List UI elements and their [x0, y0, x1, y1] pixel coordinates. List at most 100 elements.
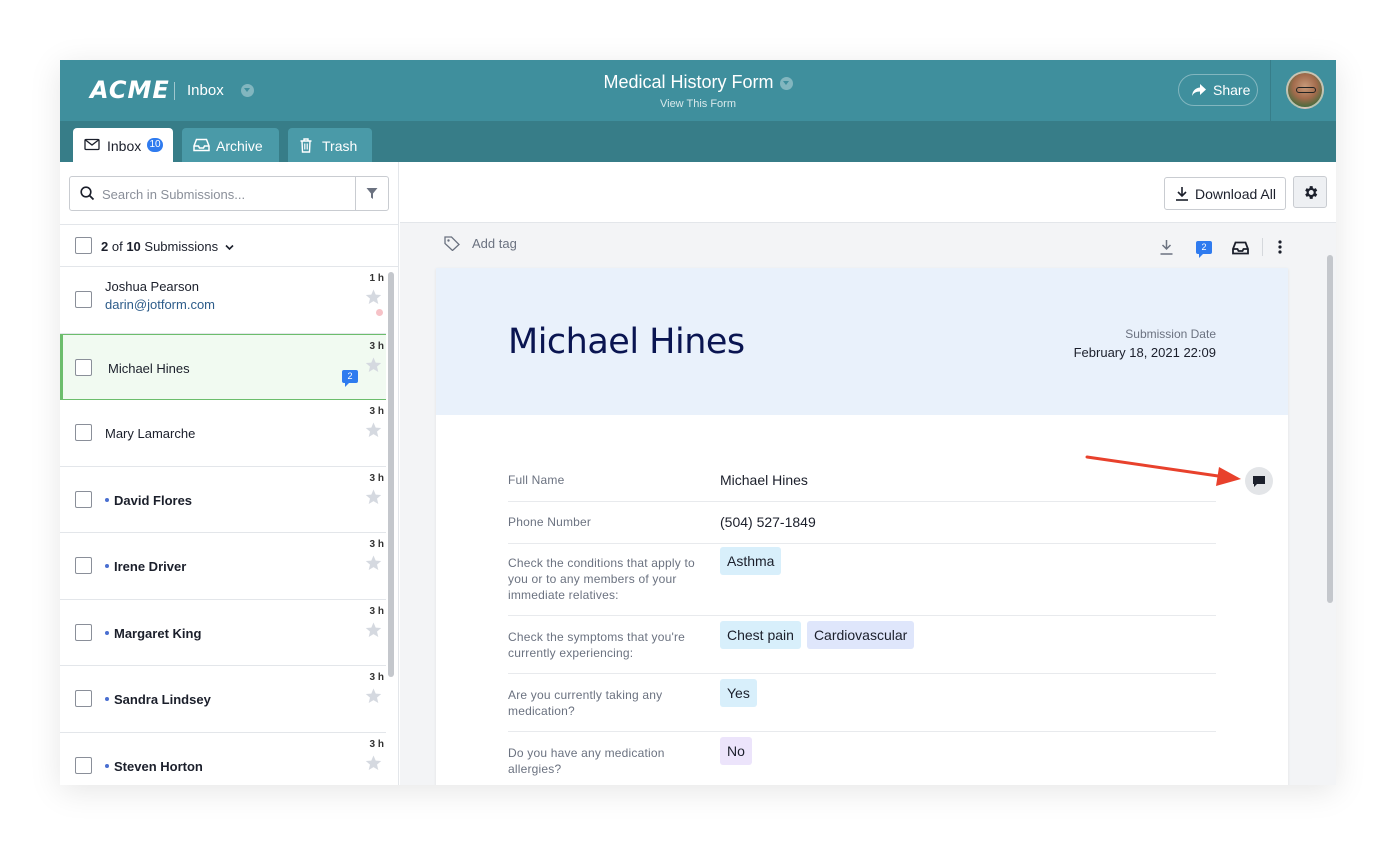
unread-marker [376, 309, 383, 316]
avatar-glasses [1296, 87, 1316, 93]
star-icon[interactable] [365, 755, 382, 776]
answer-chip: Asthma [720, 547, 782, 575]
submission-date-label: Submission Date [1125, 327, 1216, 341]
row-checkbox[interactable] [75, 424, 92, 441]
field-label: Full Name [508, 473, 565, 487]
unread-dot [105, 497, 109, 502]
star-icon[interactable] [365, 489, 382, 510]
submissions-panel: 2 of 10 Submissions Joshua Pearson darin… [60, 162, 399, 785]
row-checkbox[interactable] [75, 291, 92, 308]
detail-scrollbar[interactable] [1327, 255, 1333, 603]
form-dropdown-icon[interactable] [779, 76, 793, 90]
row-checkbox[interactable] [75, 358, 92, 376]
share-arrow-icon [1191, 83, 1207, 100]
star-icon[interactable] [365, 688, 382, 709]
answer-chip: Cardiovascular [806, 621, 915, 649]
row-name: Margaret King [114, 625, 202, 641]
settings-button[interactable] [1293, 176, 1327, 208]
chevron-down-icon [225, 244, 234, 251]
row-checkbox[interactable] [75, 756, 92, 774]
row-name: David Flores [114, 492, 193, 508]
archive-tray-icon[interactable] [1232, 241, 1249, 260]
field-chips: No [720, 737, 758, 765]
tab-archive[interactable]: Archive [182, 128, 279, 162]
row-name: Irene Driver [114, 559, 187, 574]
list-header: 2 of 10 Submissions [60, 224, 399, 267]
list-item[interactable]: Irene Driver 3 h [60, 533, 386, 600]
list-item[interactable]: Sandra Lindsey 3 h [60, 666, 386, 733]
field-chips: Yes [720, 679, 763, 707]
submission-count-dropdown[interactable]: 2 of 10 Submissions [101, 239, 234, 254]
field-chips: Asthma [720, 547, 787, 575]
row-time: 3 h [369, 472, 384, 484]
tab-archive-label: Archive [216, 138, 263, 154]
form-title-wrap[interactable]: Medical History Form [60, 72, 1336, 93]
star-icon[interactable] [365, 357, 382, 378]
answer-chip: Chest pain [720, 621, 801, 649]
download-all-button[interactable]: Download All [1164, 177, 1286, 210]
add-tag-button[interactable]: Add tag [444, 236, 517, 252]
field-allergies: Do you have any medication allergies? No [508, 737, 1216, 785]
row-checkbox[interactable] [75, 557, 92, 574]
row-name: Mary Lamarche [105, 426, 196, 441]
row-name: Steven Horton [114, 758, 203, 774]
unread-dot [105, 763, 109, 768]
select-all-checkbox[interactable] [75, 237, 92, 254]
download-submission-icon[interactable] [1160, 239, 1173, 260]
tab-bar: Inbox 10 Archive Trash [60, 121, 1336, 162]
star-icon[interactable] [365, 555, 382, 576]
submission-detail: Add tag 2 Michael Hines Submission Date … [400, 223, 1336, 785]
star-icon[interactable] [365, 422, 382, 443]
submitter-name: Michael Hines [508, 322, 745, 362]
list-item[interactable]: David Flores 3 h [60, 466, 386, 533]
field-label: Are you currently taking any medication? [508, 688, 663, 718]
list-item[interactable]: Steven Horton 3 h [60, 732, 386, 785]
archive-tray-icon [193, 138, 210, 155]
search-box [69, 176, 389, 211]
row-time: 3 h [369, 605, 384, 617]
row-name: Michael Hines [108, 360, 190, 376]
field-label: Phone Number [508, 515, 592, 529]
star-icon[interactable] [365, 289, 382, 310]
list-item[interactable]: Joshua Pearson darin@jotform.com 1 h [60, 267, 386, 334]
form-title[interactable]: Medical History Form [603, 72, 773, 92]
top-header: ACME Inbox Medical History Form View Thi… [60, 60, 1336, 121]
unread-dot [105, 630, 109, 635]
user-avatar[interactable] [1286, 71, 1324, 109]
comment-icon [1252, 475, 1266, 493]
star-icon[interactable] [365, 622, 382, 643]
field-label: Do you have any medication allergies? [508, 746, 665, 776]
row-name: Sandra Lindsey [114, 692, 211, 707]
list-scrollbar[interactable] [388, 272, 394, 677]
more-vertical-icon[interactable] [1278, 240, 1282, 259]
row-checkbox[interactable] [75, 690, 92, 707]
list-item[interactable]: Margaret King 3 h [60, 599, 386, 666]
search-input[interactable] [102, 185, 352, 203]
filter-button[interactable] [355, 177, 388, 210]
actions-divider [1262, 238, 1263, 256]
submission-list: Joshua Pearson darin@jotform.com 1 h Mic… [60, 267, 386, 785]
field-comment-button[interactable] [1245, 467, 1273, 495]
row-time: 3 h [369, 738, 384, 750]
trash-icon [299, 138, 313, 156]
row-checkbox[interactable] [75, 490, 92, 508]
count-suffix: Submissions [140, 239, 219, 254]
view-form-link[interactable]: View This Form [60, 98, 1336, 110]
field-value: Michael Hines [720, 472, 808, 488]
list-item[interactable]: Mary Lamarche 3 h [60, 400, 386, 467]
comments-count-icon[interactable]: 2 [1196, 241, 1212, 258]
count-total: 10 [126, 239, 141, 254]
share-button[interactable]: Share [1178, 74, 1258, 106]
list-item-selected[interactable]: Michael Hines 3 h 2 [60, 333, 386, 400]
add-tag-label: Add tag [472, 236, 517, 251]
search-icon [80, 186, 95, 206]
submission-header: Michael Hines Submission Date February 1… [436, 268, 1288, 415]
tab-inbox[interactable]: Inbox 10 [73, 128, 173, 162]
app-window: ACME Inbox Medical History Form View Thi… [60, 60, 1336, 785]
row-name: Joshua Pearson [105, 279, 199, 294]
row-email: darin@jotform.com [105, 297, 216, 312]
inbox-count-badge: 10 [147, 138, 163, 152]
row-checkbox[interactable] [75, 623, 92, 641]
tab-inbox-label: Inbox [107, 138, 142, 154]
tab-trash[interactable]: Trash [288, 128, 372, 162]
